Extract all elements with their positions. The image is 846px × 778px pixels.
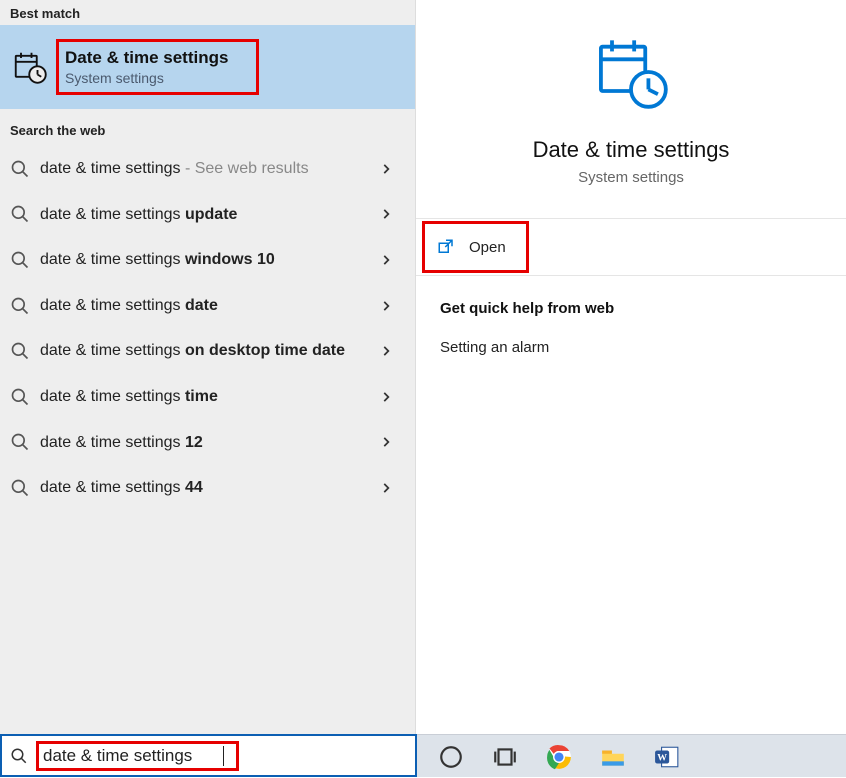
detail-panel: Date & time settings System settings Ope… bbox=[416, 0, 846, 734]
web-result-item[interactable]: date & time settings time bbox=[0, 374, 415, 420]
cortana-icon[interactable] bbox=[438, 744, 464, 770]
web-result-text: date & time settings windows 10 bbox=[40, 249, 371, 271]
web-result-text: date & time settings time bbox=[40, 386, 371, 408]
best-match-highlight-box: Date & time settings System settings bbox=[56, 39, 259, 95]
taskbar-search-box[interactable] bbox=[0, 734, 417, 777]
best-match-item[interactable]: Date & time settings System settings bbox=[0, 25, 415, 109]
search-icon bbox=[10, 296, 30, 316]
web-result-text: date & time settings update bbox=[40, 204, 371, 226]
chevron-right-icon bbox=[379, 162, 393, 176]
chevron-right-icon bbox=[379, 344, 393, 358]
web-result-text: date & time settings date bbox=[40, 295, 371, 317]
best-match-title: Date & time settings bbox=[65, 48, 228, 68]
web-result-item[interactable]: date & time settings update bbox=[0, 192, 415, 238]
quick-help-title: Get quick help from web bbox=[440, 300, 822, 317]
open-row: Open bbox=[416, 218, 846, 276]
web-results-list: date & time settings - See web results da… bbox=[0, 142, 415, 511]
detail-subtitle: System settings bbox=[416, 169, 846, 186]
open-button[interactable]: Open bbox=[422, 221, 529, 273]
open-icon bbox=[437, 238, 455, 256]
best-match-subtitle: System settings bbox=[65, 70, 228, 86]
search-results-panel: Best match Date & time settings System s… bbox=[0, 0, 416, 734]
best-match-label: Best match bbox=[0, 0, 415, 25]
taskbar-icons: W bbox=[430, 735, 680, 778]
search-input[interactable] bbox=[43, 746, 223, 766]
date-time-icon bbox=[593, 34, 669, 110]
quick-help-section: Get quick help from web Setting an alarm bbox=[416, 276, 846, 356]
chevron-right-icon bbox=[379, 299, 393, 313]
chevron-right-icon bbox=[379, 390, 393, 404]
detail-header-icon-wrap bbox=[416, 0, 846, 115]
svg-text:W: W bbox=[657, 752, 667, 763]
chrome-icon[interactable] bbox=[546, 744, 572, 770]
search-icon bbox=[10, 204, 30, 224]
chevron-right-icon bbox=[379, 253, 393, 267]
web-result-item[interactable]: date & time settings windows 10 bbox=[0, 237, 415, 283]
web-result-item[interactable]: date & time settings - See web results bbox=[0, 146, 415, 192]
web-result-item[interactable]: date & time settings 12 bbox=[0, 420, 415, 466]
web-result-text: date & time settings on desktop time dat… bbox=[40, 340, 371, 362]
search-web-label: Search the web bbox=[0, 109, 415, 142]
file-explorer-icon[interactable] bbox=[600, 744, 626, 770]
web-result-text: date & time settings 44 bbox=[40, 477, 371, 499]
web-result-item[interactable]: date & time settings 44 bbox=[0, 465, 415, 511]
task-view-icon[interactable] bbox=[492, 744, 518, 770]
detail-title: Date & time settings bbox=[416, 137, 846, 163]
taskbar: W bbox=[0, 734, 846, 777]
search-icon bbox=[10, 478, 30, 498]
chevron-right-icon bbox=[379, 481, 393, 495]
chevron-right-icon bbox=[379, 207, 393, 221]
search-icon bbox=[10, 387, 30, 407]
word-icon[interactable]: W bbox=[654, 744, 680, 770]
quick-help-item[interactable]: Setting an alarm bbox=[440, 339, 822, 356]
date-time-icon bbox=[12, 49, 48, 85]
search-input-highlight-box bbox=[36, 741, 239, 771]
search-icon bbox=[10, 159, 30, 179]
text-caret bbox=[223, 746, 224, 766]
web-result-item[interactable]: date & time settings on desktop time dat… bbox=[0, 328, 415, 374]
web-result-item[interactable]: date & time settings date bbox=[0, 283, 415, 329]
search-icon bbox=[10, 747, 28, 765]
web-result-text: date & time settings 12 bbox=[40, 432, 371, 454]
open-label: Open bbox=[469, 239, 506, 256]
search-icon bbox=[10, 250, 30, 270]
web-result-text: date & time settings - See web results bbox=[40, 158, 371, 180]
search-icon bbox=[10, 432, 30, 452]
chevron-right-icon bbox=[379, 435, 393, 449]
search-icon bbox=[10, 341, 30, 361]
